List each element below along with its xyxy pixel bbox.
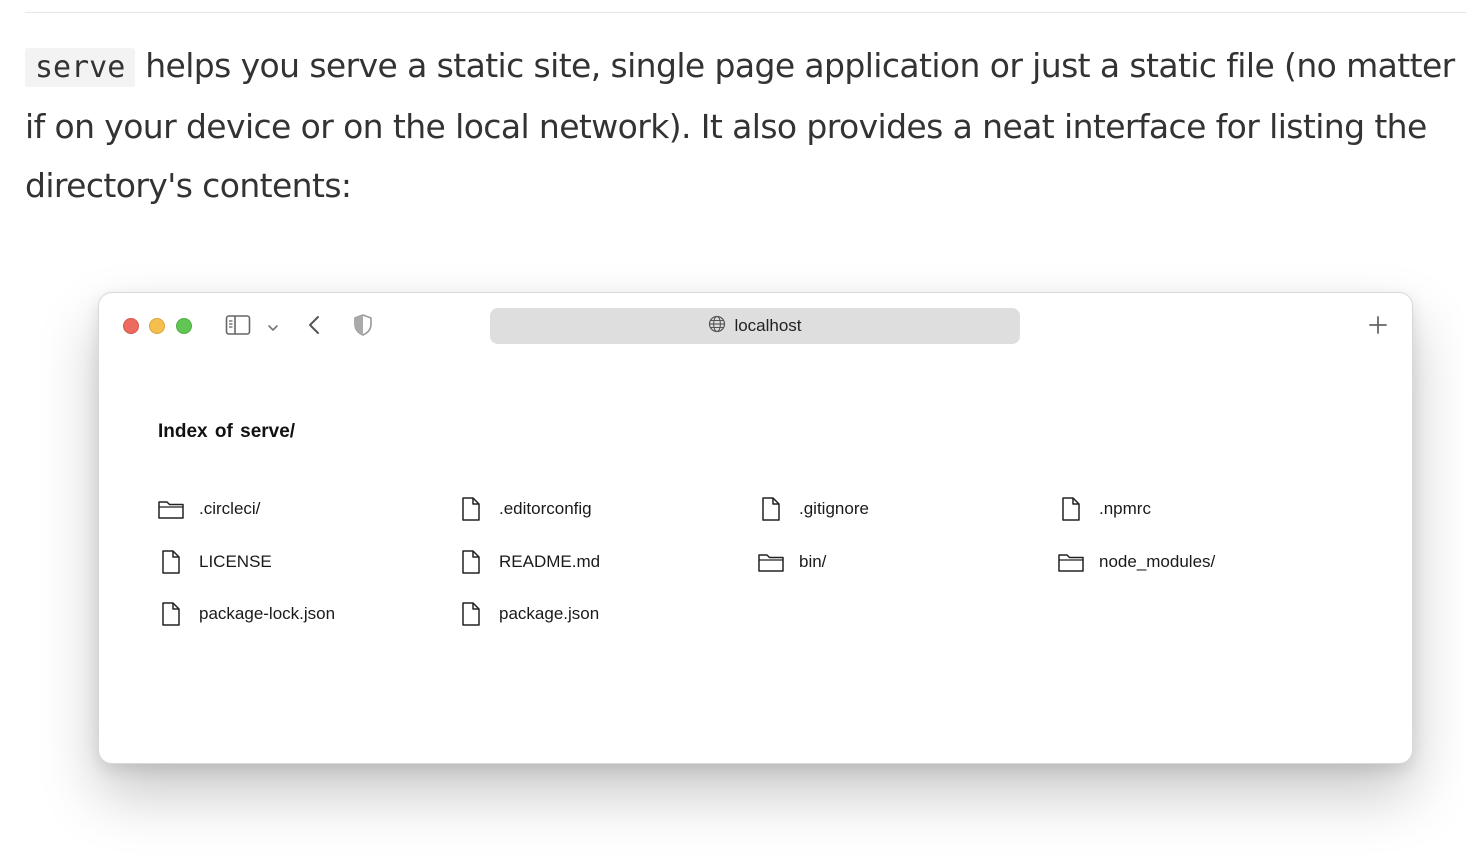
close-button[interactable] — [123, 318, 139, 334]
file-list-item[interactable]: package-lock.json — [156, 597, 335, 631]
page-title: Index of serve/ — [158, 421, 295, 443]
title-prefix: Index of — [158, 421, 233, 442]
file-icon — [156, 547, 186, 577]
file-name: .circleci/ — [199, 499, 261, 518]
file-name: .npmrc — [1099, 499, 1151, 518]
maximize-button[interactable] — [176, 318, 192, 334]
file-name: node_modules/ — [1099, 551, 1216, 571]
url-text: localhost — [734, 316, 802, 335]
file-icon — [1056, 494, 1086, 524]
file-icon — [456, 547, 486, 577]
intro-text: helps you serve a static site, single pa… — [25, 46, 1455, 205]
file-name: bin/ — [799, 551, 827, 571]
intro-paragraph: serve helps you serve a static site, sin… — [25, 36, 1455, 215]
file-list-item[interactable]: package.json — [456, 597, 599, 631]
top-divider — [25, 12, 1466, 13]
file-list-item[interactable]: .gitignore — [756, 492, 869, 526]
browser-window: localhost Index of serve/ .circleci/ .edi… — [98, 292, 1413, 764]
file-name: package.json — [499, 604, 600, 623]
file-icon — [456, 494, 486, 524]
sidebar-icon[interactable] — [225, 313, 251, 342]
globe-icon — [708, 315, 726, 338]
file-icon — [456, 599, 486, 629]
file-list-item[interactable]: LICENSE — [156, 545, 272, 579]
file-name: README.md — [499, 551, 601, 571]
file-name: .gitignore — [799, 499, 869, 518]
folder-icon — [1056, 547, 1086, 577]
file-icon — [756, 494, 786, 524]
address-bar[interactable]: localhost — [490, 308, 1020, 344]
back-icon[interactable] — [305, 313, 323, 342]
file-name: LICENSE — [199, 551, 272, 571]
file-list-item[interactable]: .npmrc — [1056, 492, 1151, 526]
minimize-button[interactable] — [149, 318, 165, 334]
folder-icon — [156, 494, 186, 524]
shield-icon[interactable] — [352, 313, 374, 342]
file-list-item[interactable]: node_modules/ — [1056, 545, 1215, 579]
file-name: .editorconfig — [499, 499, 592, 518]
inline-code: serve — [25, 48, 136, 87]
chevron-down-icon[interactable] — [267, 320, 279, 338]
plus-icon[interactable] — [1367, 314, 1389, 341]
file-icon — [156, 599, 186, 629]
title-directory: serve/ — [240, 421, 296, 442]
file-name: package-lock.json — [199, 604, 336, 623]
file-list-item[interactable]: README.md — [456, 545, 600, 579]
file-list-item[interactable]: bin/ — [756, 545, 826, 579]
file-list-item[interactable]: .editorconfig — [456, 492, 592, 526]
file-list-item[interactable]: .circleci/ — [156, 492, 260, 526]
folder-icon — [756, 547, 786, 577]
